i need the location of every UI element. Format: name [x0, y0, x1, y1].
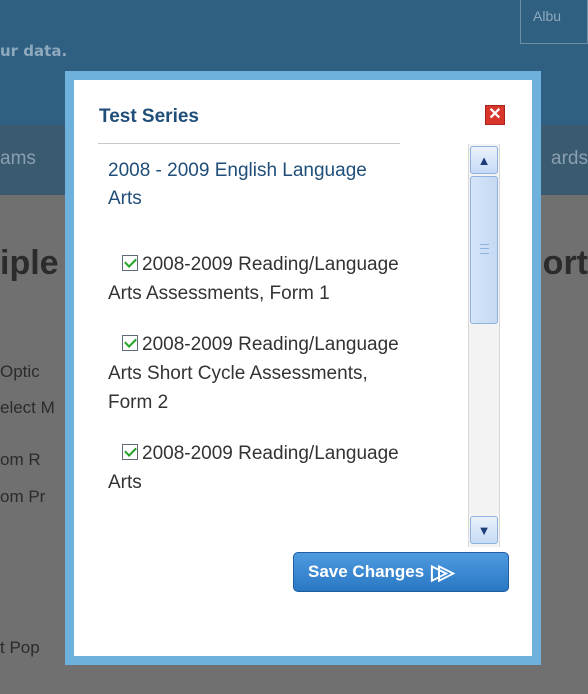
chevron-up-icon: ▲: [477, 152, 491, 168]
chevron-down-icon: ▼: [477, 522, 491, 538]
dialog-title: Test Series: [99, 106, 199, 127]
list-item-label: 2008-2009 Reading/Language Arts Short Cy…: [108, 334, 399, 413]
list-item: 2008-2009 Reading/Language Arts: [108, 439, 408, 497]
scroll-down-button[interactable]: ▼: [470, 516, 498, 544]
test-series-list: 2008 - 2009 English Language Arts 2008-2…: [108, 154, 418, 546]
background-nav-item-left: ams: [0, 148, 36, 169]
list-item-label: 2008-2009 Reading/Language Arts Assessme…: [108, 254, 399, 304]
background-option: elect M: [0, 398, 55, 417]
group-title: 2008 - 2009 English Language Arts: [108, 160, 367, 209]
double-chevron-right-icon: ▷▷: [431, 560, 455, 584]
scroll-up-button[interactable]: ▲: [470, 146, 498, 174]
background-option: Optic: [0, 362, 40, 381]
background-option: t Pop: [0, 638, 40, 657]
scroll-thumb[interactable]: [470, 176, 498, 324]
background-search-field: Albu: [520, 0, 588, 44]
grip-icon: [480, 244, 489, 254]
title-divider: [98, 143, 400, 144]
save-changes-button[interactable]: Save Changes ▷▷: [293, 552, 509, 592]
background-nav-item-right: ards: [551, 148, 588, 169]
background-option: om R: [0, 450, 41, 469]
checkbox[interactable]: [122, 444, 138, 460]
close-x-icon: ✕: [488, 106, 502, 123]
test-series-dialog: Test Series ✕ 2008 - 2009 English Langua…: [74, 80, 532, 656]
background-option: om Pr: [0, 487, 46, 506]
background-note: ur data.: [0, 42, 68, 60]
background-heading-right: ort: [542, 244, 588, 282]
checkbox[interactable]: [122, 255, 138, 271]
list-item-label: 2008-2009 Reading/Language Arts: [108, 443, 399, 493]
checkbox[interactable]: [122, 335, 138, 351]
background-heading-left: iple: [0, 244, 59, 282]
list-item: 2008-2009 Reading/Language Arts Short Cy…: [108, 330, 408, 417]
close-button[interactable]: ✕: [485, 105, 505, 125]
list-item: 2008-2009 Reading/Language Arts Assessme…: [108, 250, 408, 308]
vertical-scrollbar[interactable]: ▲ ▼: [468, 144, 500, 547]
save-button-label: Save Changes: [308, 562, 425, 581]
